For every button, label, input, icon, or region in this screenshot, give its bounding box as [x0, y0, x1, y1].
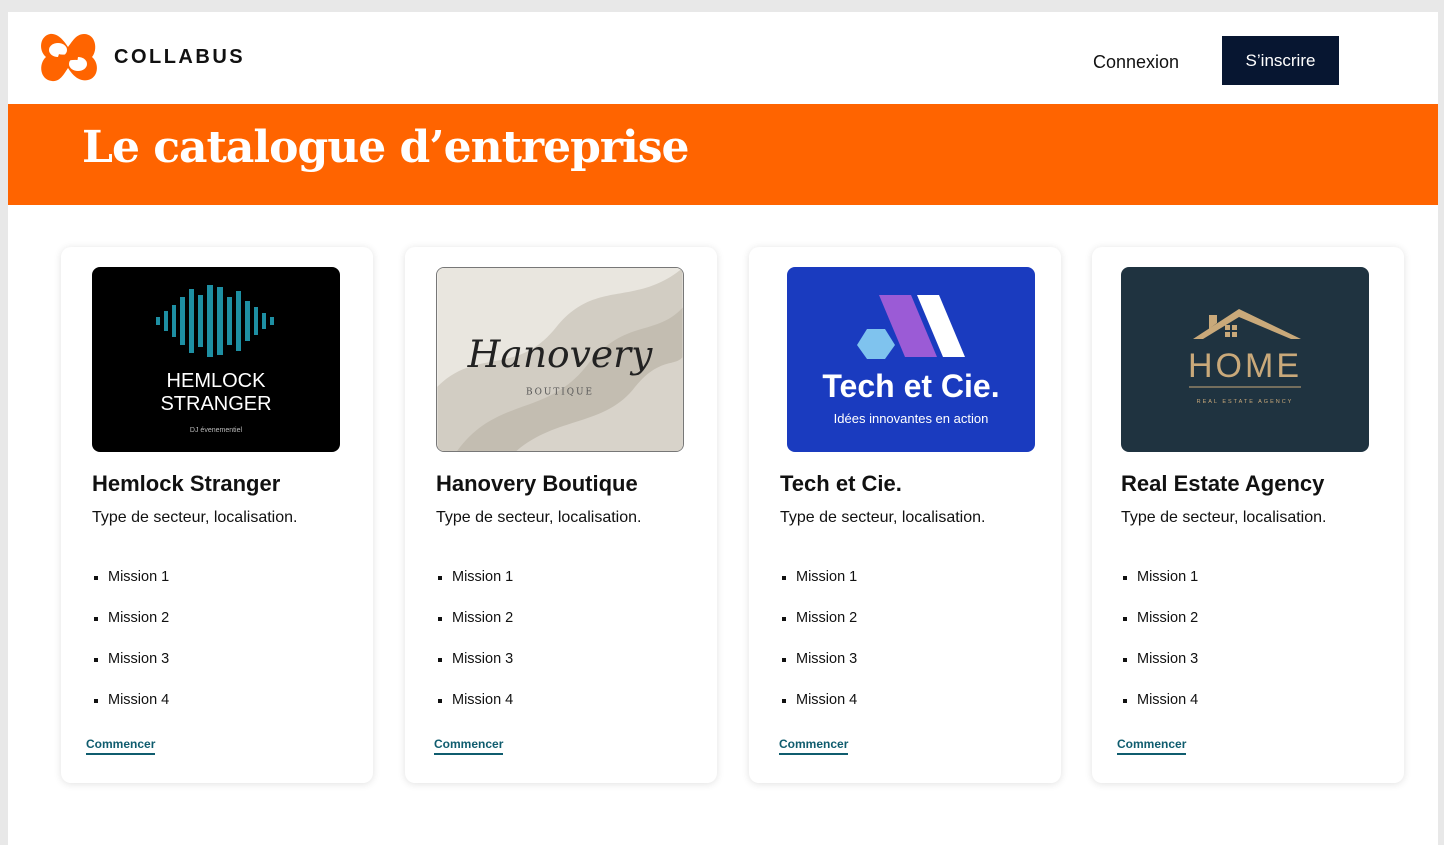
list-item: Mission 3: [780, 651, 857, 692]
mission-list: Mission 1 Mission 2 Mission 3 Mission 4: [780, 569, 857, 733]
svg-text:DJ évenementiel: DJ évenementiel: [190, 427, 243, 434]
brand-name: COLLABUS: [114, 45, 246, 68]
start-link[interactable]: Commencer: [779, 737, 849, 755]
svg-text:BOUTIQUE: BOUTIQUE: [526, 388, 594, 398]
list-item: Mission 3: [436, 651, 513, 692]
list-item: Mission 1: [1121, 569, 1198, 610]
page: COLLABUS Connexion S’inscrire Le catalog…: [8, 12, 1438, 845]
company-card: HEMLOCK STRANGER DJ évenementiel Hemlock…: [61, 247, 373, 783]
list-item: Mission 2: [780, 610, 857, 651]
company-subtitle: Type de secteur, localisation.: [92, 509, 298, 526]
start-link[interactable]: Commencer: [434, 737, 504, 755]
svg-text:HEMLOCK: HEMLOCK: [167, 370, 267, 392]
list-item: Mission 4: [780, 692, 857, 733]
company-card: Hanovery BOUTIQUE Hanovery Boutique Type…: [405, 247, 717, 783]
company-subtitle: Type de secteur, localisation.: [436, 509, 642, 526]
company-logo-image: HOME REAL ESTATE AGENCY: [1121, 267, 1369, 452]
list-item: Mission 2: [92, 610, 169, 651]
mission-list: Mission 1 Mission 2 Mission 3 Mission 4: [436, 569, 513, 733]
svg-text:REAL ESTATE AGENCY: REAL ESTATE AGENCY: [1197, 399, 1294, 405]
company-subtitle: Type de secteur, localisation.: [1121, 509, 1327, 526]
svg-text:HOME: HOME: [1188, 347, 1302, 385]
company-subtitle: Type de secteur, localisation.: [780, 509, 986, 526]
house-logo-icon: HOME REAL ESTATE AGENCY: [1121, 267, 1369, 452]
svg-text:STRANGER: STRANGER: [160, 393, 271, 415]
collabus-logo-icon: [41, 33, 97, 82]
site-header: COLLABUS Connexion S’inscrire: [8, 12, 1438, 104]
company-name: Tech et Cie.: [780, 471, 902, 496]
page-title: Le catalogue d’entreprise: [82, 122, 690, 173]
list-item: Mission 1: [780, 569, 857, 610]
list-item: Mission 1: [436, 569, 513, 610]
list-item: Mission 2: [436, 610, 513, 651]
catalog-banner: Le catalogue d’entreprise: [8, 104, 1438, 205]
svg-text:Tech et Cie.: Tech et Cie.: [822, 368, 999, 404]
list-item: Mission 4: [1121, 692, 1198, 733]
silk-fabric-icon: Hanovery BOUTIQUE: [437, 268, 683, 451]
soundwave-icon: HEMLOCK STRANGER DJ évenementiel: [92, 267, 340, 452]
start-link[interactable]: Commencer: [1117, 737, 1187, 755]
svg-text:Hanovery: Hanovery: [467, 332, 653, 376]
signup-button[interactable]: S’inscrire: [1222, 36, 1339, 85]
company-name: Hanovery Boutique: [436, 471, 638, 496]
brand-logo[interactable]: COLLABUS: [36, 28, 245, 86]
company-name: Real Estate Agency: [1121, 471, 1325, 496]
company-logo-image: HEMLOCK STRANGER DJ évenementiel: [92, 267, 340, 452]
company-logo-image: Tech et Cie. Idées innovantes en action: [787, 267, 1035, 452]
company-name: Hemlock Stranger: [92, 471, 281, 496]
svg-text:Idées innovantes en action: Idées innovantes en action: [834, 411, 989, 426]
list-item: Mission 2: [1121, 610, 1198, 651]
company-logo-image: Hanovery BOUTIQUE: [436, 267, 684, 452]
login-link[interactable]: Connexion: [1093, 52, 1179, 73]
tech-logo-icon: Tech et Cie. Idées innovantes en action: [787, 267, 1035, 452]
list-item: Mission 4: [436, 692, 513, 733]
mission-list: Mission 1 Mission 2 Mission 3 Mission 4: [1121, 569, 1198, 733]
company-card: Tech et Cie. Idées innovantes en action …: [749, 247, 1061, 783]
start-link[interactable]: Commencer: [86, 737, 156, 755]
list-item: Mission 4: [92, 692, 169, 733]
mission-list: Mission 1 Mission 2 Mission 3 Mission 4: [92, 569, 169, 733]
company-card: HOME REAL ESTATE AGENCY Real Estate Agen…: [1092, 247, 1404, 783]
list-item: Mission 3: [92, 651, 169, 692]
list-item: Mission 1: [92, 569, 169, 610]
list-item: Mission 3: [1121, 651, 1198, 692]
